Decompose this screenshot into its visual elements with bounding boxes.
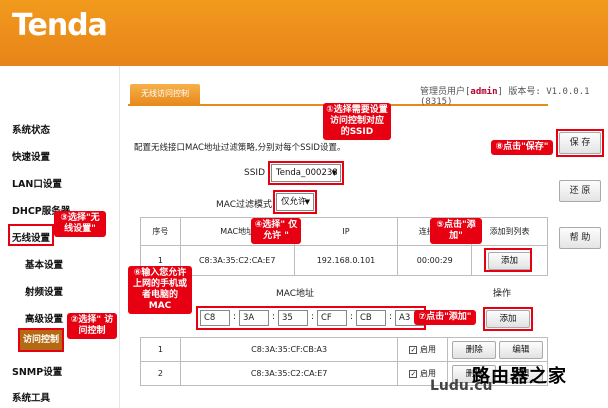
help-button[interactable]: 帮 助 <box>559 227 601 249</box>
operation-label: 操作 <box>493 289 512 299</box>
annotation-5: ⑤点击"添加" <box>430 218 482 244</box>
cell-mac: C8:3A:35:C2:CA:E7 <box>179 361 399 386</box>
highlight-save <box>556 129 604 157</box>
annotation-3: ③选择"无线设置" <box>54 211 106 237</box>
sidebar-item-status[interactable]: 系统状态 <box>12 122 50 136</box>
table-row: 1 C8:3A:35:CF:CB:A3 ✓ 启用 删除 编辑 <box>140 337 548 362</box>
sidebar-item-tools[interactable]: 系统工具 <box>12 390 50 404</box>
enable-label: 启用 <box>420 369 437 378</box>
sidebar-item-lan[interactable]: LAN口设置 <box>12 176 62 190</box>
sidebar-sub-advanced[interactable]: 高级设置 <box>25 311 63 325</box>
col-header: 添加到列表 <box>471 217 548 246</box>
cell-time: 00:00:29 <box>397 245 473 276</box>
cell-enable: ✓ 启用 <box>397 337 449 362</box>
enable-label: 启用 <box>420 345 437 354</box>
edit-button[interactable]: 编辑 <box>498 340 543 359</box>
cell-mac: C8:3A:35:C2:CA:E7 <box>179 245 295 276</box>
header-bar: Tenda <box>0 0 608 66</box>
enable-checkbox[interactable]: ✓ <box>409 345 418 354</box>
highlight-add-client <box>484 248 532 272</box>
annotation-1: ①选择需要设置访问控制对应的SSID <box>323 103 391 140</box>
cell-mac: C8:3A:35:CF:CB:A3 <box>179 337 399 362</box>
highlight-mac-inputs <box>196 306 426 330</box>
tab-wireless-access-control[interactable]: 无线访问控制 <box>130 84 200 104</box>
watermark: 路由器之家 <box>472 366 567 387</box>
highlight-wireless <box>8 224 54 246</box>
annotation-2: ②选择" 访问控制 <box>67 313 117 339</box>
annotation-7: ⑦点击"添加" <box>414 310 476 325</box>
cell-ip: 192.168.0.101 <box>293 245 399 276</box>
cell-index: 1 <box>140 337 181 362</box>
col-header: IP <box>293 217 399 246</box>
annotation-8: ⑧点击"保存" <box>491 140 553 155</box>
restore-button[interactable]: 还 原 <box>559 180 601 202</box>
admin-info: 管理员用户[admin] 版本号: V1.0.0.1 (8315) <box>420 84 608 107</box>
sidebar-item-quick-setup[interactable]: 快速设置 <box>12 149 50 163</box>
annotation-6: ⑥输入您允许上网的手机或者电脑的MAC <box>128 266 192 314</box>
cell-actions: 删除 编辑 <box>447 337 548 362</box>
brand-logo: Tenda <box>12 8 108 43</box>
highlight-filter-mode <box>273 190 317 214</box>
col-header: 序号 <box>140 217 181 246</box>
filter-mode-label: MAC过滤模式 <box>216 200 273 210</box>
annotation-4: ④选择" 仅允许 " <box>251 218 301 244</box>
cell-index: 2 <box>140 361 181 386</box>
highlight-add-mac <box>483 307 533 331</box>
table-header-row: 序号 MAC地址 IP 连接时间 添加到列表 <box>140 217 548 246</box>
ssid-label: SSID <box>244 168 266 178</box>
delete-button[interactable]: 删除 <box>452 340 497 359</box>
mac-entry-label: MAC地址 <box>276 289 315 299</box>
admin-user: admin <box>470 87 498 97</box>
page-description: 配置无线接口MAC地址过滤策略,分别对每个SSID设置。 <box>134 143 346 153</box>
sidebar-sub-basic[interactable]: 基本设置 <box>25 257 63 271</box>
admin-prefix: 管理员用户[ <box>420 87 471 97</box>
highlight-access-control <box>18 328 64 352</box>
sidebar-sub-radio[interactable]: 射频设置 <box>25 284 63 298</box>
highlight-ssid <box>268 161 344 185</box>
sidebar-item-snmp[interactable]: SNMP设置 <box>12 364 62 378</box>
enable-checkbox[interactable]: ✓ <box>409 369 418 378</box>
